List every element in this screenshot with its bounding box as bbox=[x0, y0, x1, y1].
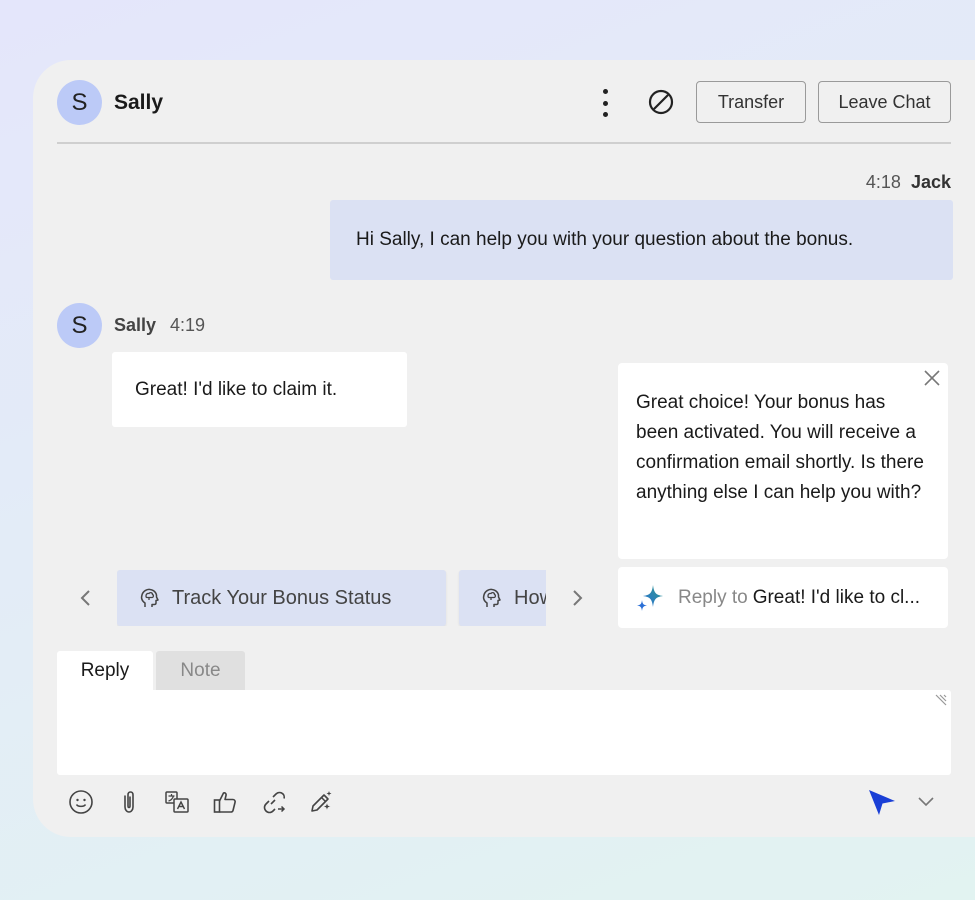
chat-panel: S Sally Transfer Leave Chat 4:18 Jack Hi … bbox=[33, 60, 975, 837]
reply-textarea[interactable] bbox=[57, 690, 951, 775]
block-icon[interactable] bbox=[648, 89, 674, 115]
translate-icon[interactable] bbox=[164, 789, 190, 815]
outgoing-message-bubble: Hi Sally, I can help you with your quest… bbox=[330, 200, 953, 280]
reply-to-quote: Great! I'd like to cl... bbox=[752, 586, 921, 608]
suggestion-chip[interactable]: Track Your Bonus Status bbox=[117, 570, 446, 626]
attachment-icon[interactable] bbox=[116, 789, 142, 815]
brain-icon bbox=[482, 588, 501, 607]
sender-name: Sally bbox=[114, 315, 157, 335]
transfer-button[interactable]: Transfer bbox=[696, 81, 806, 123]
message-text: Hi Sally, I can help you with your quest… bbox=[356, 229, 854, 250]
suggestion-chips: Track Your Bonus Status How bbox=[117, 570, 546, 626]
header-divider bbox=[57, 142, 951, 144]
message-time: 4:18 bbox=[865, 172, 901, 192]
magic-pen-icon[interactable] bbox=[308, 789, 334, 815]
contact-avatar: S bbox=[57, 80, 102, 125]
chevron-right-icon[interactable] bbox=[569, 588, 585, 608]
thumbs-up-icon[interactable] bbox=[212, 789, 238, 815]
tab-note[interactable]: Note bbox=[156, 651, 245, 691]
close-icon[interactable] bbox=[922, 368, 942, 388]
message-time: 4:19 bbox=[170, 315, 206, 335]
sparkle-icon bbox=[637, 584, 663, 611]
suggestion-chip[interactable]: How bbox=[459, 570, 546, 626]
ai-suggestion-card[interactable]: Great choice! Your bonus has been activa… bbox=[618, 363, 948, 559]
incoming-message-bubble: Great! I'd like to claim it. bbox=[112, 352, 407, 427]
contact-name: Sally bbox=[114, 91, 164, 114]
chevron-left-icon[interactable] bbox=[78, 588, 94, 608]
message-text: Great! I'd like to claim it. bbox=[135, 378, 338, 400]
link-icon[interactable] bbox=[260, 789, 286, 815]
reply-to-label: Reply to bbox=[678, 586, 748, 608]
outgoing-message-meta: 4:18 Jack bbox=[866, 172, 951, 193]
more-options-icon[interactable] bbox=[599, 88, 611, 118]
send-icon[interactable] bbox=[867, 787, 897, 817]
tab-reply[interactable]: Reply bbox=[57, 651, 153, 691]
emoji-icon[interactable] bbox=[68, 789, 94, 815]
chip-label: Track Your Bonus Status bbox=[172, 586, 392, 609]
chip-label: How bbox=[514, 586, 546, 609]
message-author: Jack bbox=[910, 172, 951, 192]
resize-handle-icon[interactable] bbox=[934, 693, 948, 707]
ai-suggestion-text: Great choice! Your bonus has been activa… bbox=[636, 392, 924, 503]
ai-reply-to-bar[interactable]: Reply to Great! I'd like to cl... bbox=[618, 567, 948, 628]
sender-avatar: S bbox=[57, 303, 102, 348]
composer-toolbar bbox=[68, 789, 356, 815]
brain-icon bbox=[140, 588, 159, 607]
leave-chat-button[interactable]: Leave Chat bbox=[818, 81, 951, 123]
chevron-down-icon[interactable] bbox=[917, 796, 935, 808]
